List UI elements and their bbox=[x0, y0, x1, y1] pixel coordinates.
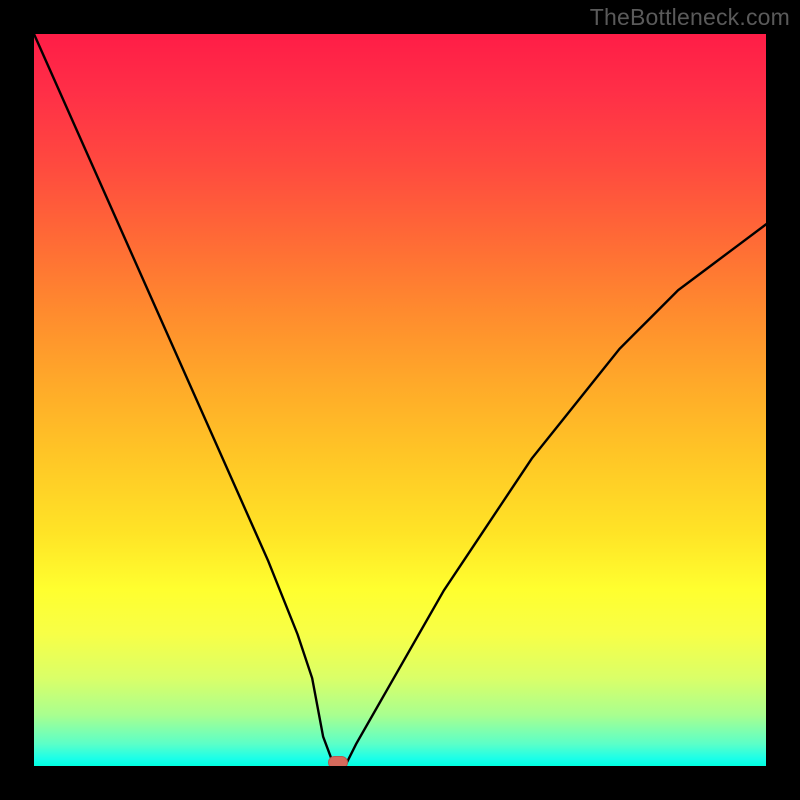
chart-frame: TheBottleneck.com bbox=[0, 0, 800, 800]
plot-area bbox=[34, 34, 766, 766]
attribution-text: TheBottleneck.com bbox=[590, 4, 790, 31]
bottleneck-curve bbox=[34, 34, 766, 766]
optimal-point-marker bbox=[328, 756, 348, 766]
